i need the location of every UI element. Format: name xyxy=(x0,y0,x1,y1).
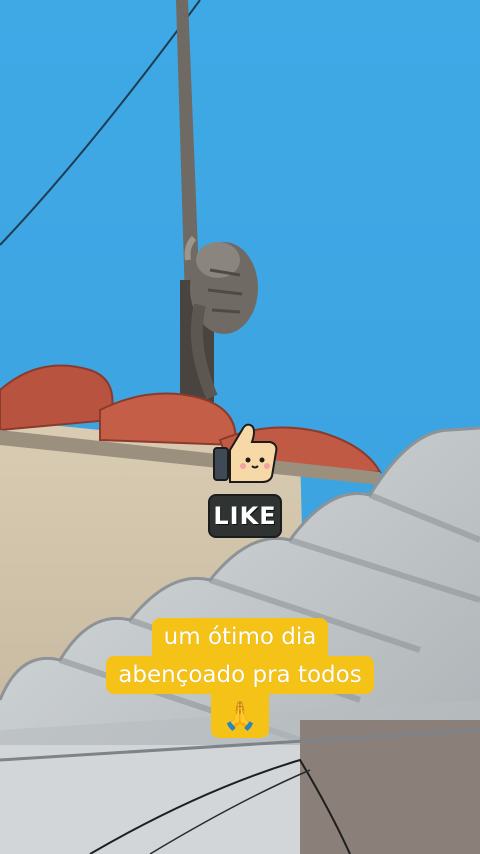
caption: um ótimo dia abençoado pra todos 🙏 xyxy=(0,618,480,738)
caption-line-2: abençoado pra todos xyxy=(106,656,374,694)
like-sticker: LIKE xyxy=(210,420,282,540)
praying-hands-icon: 🙏 xyxy=(211,694,269,738)
caption-line-1: um ótimo dia xyxy=(151,618,329,656)
lower-wall xyxy=(0,745,300,854)
like-badge: LIKE xyxy=(210,496,280,536)
like-label: LIKE xyxy=(213,502,277,530)
thumbs-up-icon xyxy=(213,423,278,483)
